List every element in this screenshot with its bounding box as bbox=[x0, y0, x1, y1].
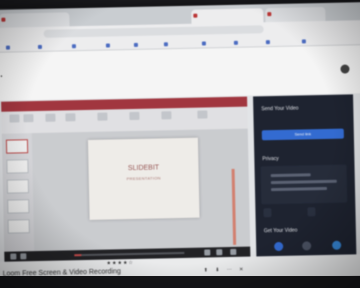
bookmark-item[interactable] bbox=[202, 40, 208, 45]
slide-canvas: SLIDEBIT PRESENTATION bbox=[31, 128, 251, 252]
slide-thumbnail bbox=[6, 179, 30, 194]
bookmark-item[interactable] bbox=[164, 41, 170, 46]
monitor-screen: ▪ SLIDEBIT PRESENTATION Send Your Video … bbox=[0, 2, 360, 284]
toolbar-icon bbox=[197, 110, 208, 119]
tab-favicon-icon bbox=[267, 12, 272, 17]
privacy-line bbox=[270, 179, 337, 185]
header-button[interactable] bbox=[308, 66, 316, 74]
browser-tab[interactable] bbox=[265, 6, 326, 23]
toolbar-icon bbox=[9, 114, 20, 123]
bookmark-item[interactable] bbox=[106, 42, 112, 47]
bookmark-item[interactable] bbox=[38, 44, 44, 49]
progress-fill bbox=[74, 254, 81, 257]
toolbar-icon bbox=[129, 111, 140, 121]
send-link-button[interactable]: Send link bbox=[261, 128, 344, 141]
toolbar-icon bbox=[161, 111, 172, 120]
download-icon[interactable] bbox=[302, 241, 312, 251]
header-left-icon[interactable]: ▪ bbox=[1, 74, 3, 80]
toolbar-icon bbox=[23, 114, 34, 123]
toolbar-icon bbox=[65, 113, 76, 122]
fullscreen-icon[interactable] bbox=[230, 248, 237, 255]
get-video-title: Get Your Video bbox=[263, 227, 298, 235]
bookmark-item[interactable] bbox=[234, 40, 240, 45]
tab-favicon-icon bbox=[193, 13, 198, 18]
avatar[interactable] bbox=[340, 64, 350, 74]
share-icon[interactable] bbox=[274, 241, 284, 252]
privacy-line bbox=[270, 186, 328, 192]
bookmark-item[interactable] bbox=[302, 38, 308, 43]
bookmark-item[interactable] bbox=[72, 43, 78, 48]
volume-icon[interactable] bbox=[20, 253, 27, 260]
settings-icon[interactable] bbox=[204, 249, 211, 256]
browser-tab-active[interactable] bbox=[191, 8, 264, 24]
privacy-title: Privacy bbox=[262, 155, 279, 163]
slide-thumbnails bbox=[1, 133, 35, 252]
bookmark-item[interactable] bbox=[6, 45, 12, 50]
header-button[interactable] bbox=[242, 68, 250, 76]
slide-accent-bar bbox=[231, 168, 237, 245]
browser-tab[interactable] bbox=[0, 12, 70, 28]
bookmark-item[interactable] bbox=[266, 39, 272, 44]
privacy-button[interactable] bbox=[307, 207, 316, 217]
slide-title: SLIDEBIT bbox=[127, 164, 160, 173]
slide: SLIDEBIT PRESENTATION bbox=[87, 137, 200, 220]
send-video-title: Send Your Video bbox=[261, 105, 299, 113]
header-button[interactable] bbox=[276, 67, 284, 75]
toolbar-icon bbox=[97, 112, 108, 121]
video-player[interactable]: SLIDEBIT PRESENTATION bbox=[1, 96, 251, 262]
slide-thumbnail bbox=[7, 199, 30, 214]
share-icons[interactable]: ⬆ ⬇ ⋯ ✕ bbox=[204, 267, 247, 274]
slide-thumbnail bbox=[7, 219, 30, 234]
monitor-photo: ▪ SLIDEBIT PRESENTATION Send Your Video … bbox=[0, 0, 360, 288]
slide-subtitle: PRESENTATION bbox=[126, 175, 161, 182]
toolbar-icon bbox=[45, 113, 56, 122]
rating-stars: ★★★★☆ bbox=[106, 260, 134, 267]
play-icon[interactable] bbox=[10, 253, 17, 260]
slide-thumbnail bbox=[5, 139, 29, 154]
link-icon[interactable] bbox=[332, 240, 342, 250]
privacy-box bbox=[260, 164, 348, 205]
page-header: ▪ bbox=[0, 45, 360, 101]
speed-icon[interactable] bbox=[216, 249, 223, 256]
privacy-line bbox=[270, 173, 311, 178]
progress-bar[interactable] bbox=[74, 251, 185, 257]
bookmark-item[interactable] bbox=[134, 42, 140, 47]
slide-thumbnail bbox=[6, 159, 29, 174]
privacy-button[interactable] bbox=[263, 208, 272, 218]
monitor-bottom-bezel bbox=[0, 276, 360, 288]
tab-favicon-icon bbox=[1, 17, 6, 22]
share-panel: Send Your Video Send link Privacy Get Yo… bbox=[253, 94, 357, 257]
